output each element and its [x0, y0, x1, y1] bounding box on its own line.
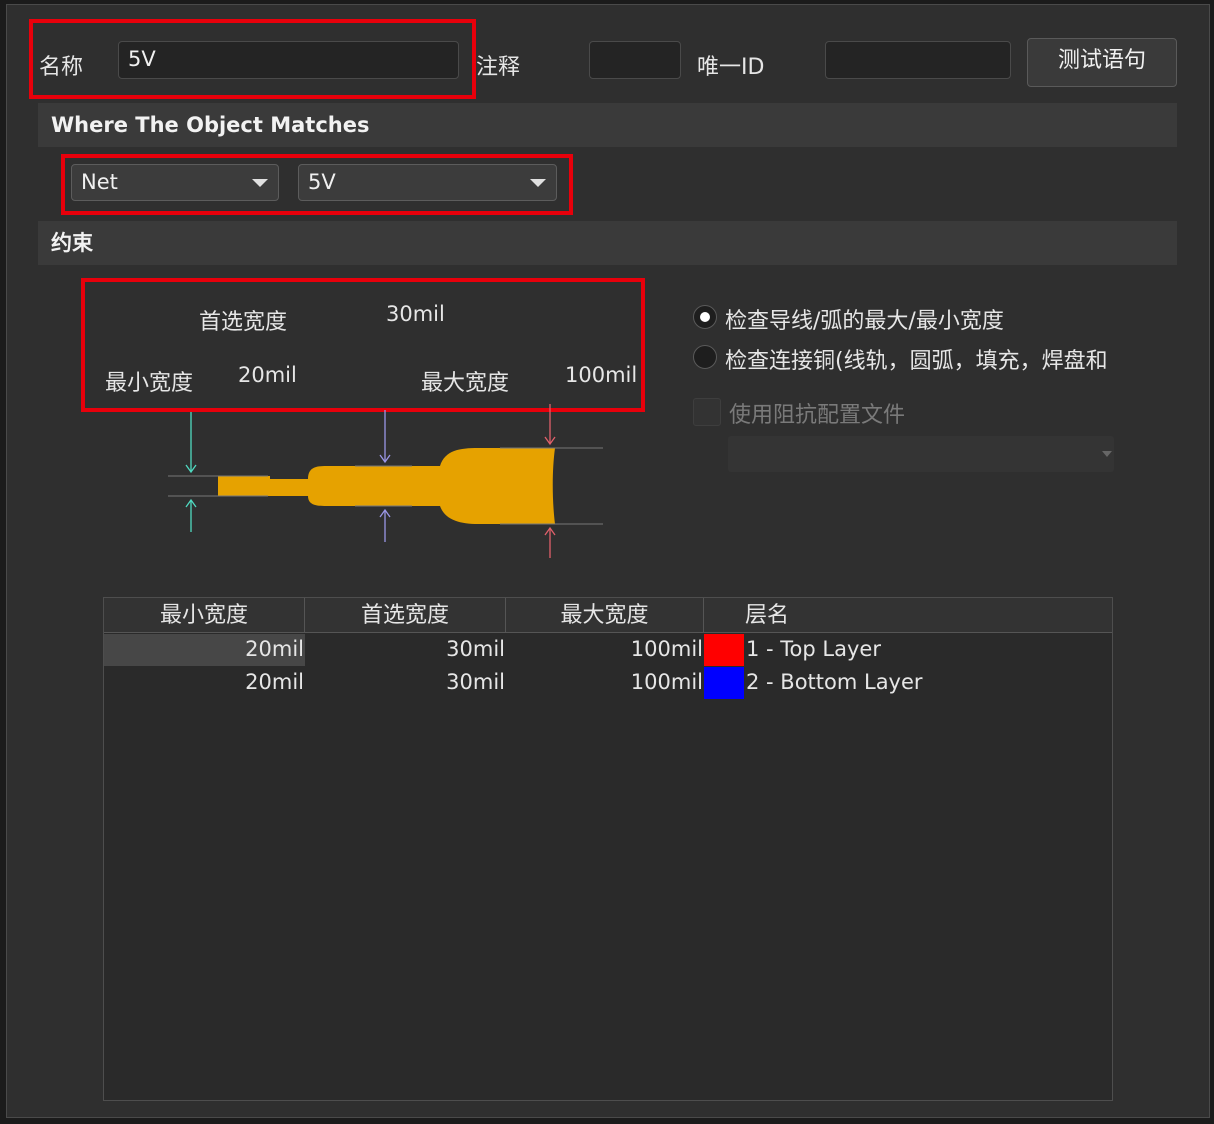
radio-check-copper-clip: 检查连接铜(线轨，圆弧，填充，焊盘和 — [725, 343, 1115, 375]
table-row[interactable]: 20mil 30mil 100mil 2 - Bottom Layer — [104, 667, 1112, 699]
row-layer-name[interactable]: 2 - Bottom Layer — [746, 670, 923, 694]
comment-label: 注释 — [476, 55, 521, 80]
column-header-preferred[interactable]: 首选宽度 — [305, 598, 506, 632]
impedance-checkbox[interactable] — [693, 398, 721, 426]
max-width-value[interactable]: 100mil — [565, 363, 637, 387]
radio-check-track-width-label[interactable]: 检查导线/弧的最大/最小宽度 — [725, 303, 1004, 335]
layer-color-swatch — [704, 667, 744, 699]
net-value: 5V — [308, 170, 336, 194]
max-width-label: 最大宽度 — [421, 371, 510, 396]
row-min-width[interactable]: 20mil — [245, 670, 304, 694]
trace-width-diagram — [168, 404, 603, 558]
match-section-header: Where The Object Matches — [38, 103, 1177, 147]
min-width-arrows — [168, 412, 268, 532]
min-width-value[interactable]: 20mil — [238, 363, 297, 387]
test-query-button[interactable]: 测试语句 — [1027, 38, 1177, 87]
radio-check-copper-width-label[interactable]: 检查连接铜(线轨，圆弧，填充，焊盘和 — [725, 343, 1115, 375]
table-header-divider — [104, 632, 1112, 633]
column-header-max[interactable]: 最大宽度 — [506, 598, 704, 632]
name-input[interactable]: 5V — [118, 41, 459, 79]
net-dropdown[interactable]: 5V — [298, 164, 557, 201]
comment-input[interactable] — [589, 41, 681, 79]
row-min-width[interactable]: 20mil — [245, 637, 304, 661]
column-header-layer-text: 层名 — [745, 603, 790, 628]
min-width-label: 最小宽度 — [105, 371, 194, 396]
row-max-width[interactable]: 100mil — [631, 670, 703, 694]
radio-check-copper-width[interactable] — [693, 345, 717, 369]
layer-color-swatch — [704, 634, 744, 666]
uid-label: 唯一ID — [697, 55, 765, 80]
row-preferred-width[interactable]: 30mil — [446, 637, 505, 661]
column-header-min[interactable]: 最小宽度 — [104, 598, 305, 632]
constraints-section-header: 约束 — [38, 221, 1177, 265]
chevron-down-icon — [252, 179, 268, 187]
impedance-profile-dropdown[interactable] — [728, 436, 1114, 472]
object-type-value: Net — [81, 170, 118, 194]
row-max-width[interactable]: 100mil — [631, 637, 703, 661]
impedance-checkbox-label: 使用阻抗配置文件 — [729, 403, 906, 428]
name-label: 名称 — [39, 55, 84, 80]
radio-check-track-width[interactable] — [693, 305, 717, 329]
layer-width-table: 最小宽度 首选宽度 最大宽度 层名 20mil 30mil 100mil 1 -… — [103, 597, 1113, 1101]
table-row[interactable]: 20mil 30mil 100mil 1 - Top Layer — [104, 634, 1112, 666]
preferred-width-value[interactable]: 30mil — [386, 302, 445, 326]
row-preferred-width[interactable]: 30mil — [446, 670, 505, 694]
object-type-dropdown[interactable]: Net — [71, 164, 279, 201]
chevron-down-icon — [530, 179, 546, 187]
preferred-width-label: 首选宽度 — [199, 310, 288, 335]
row-layer-name[interactable]: 1 - Top Layer — [746, 637, 881, 661]
chevron-down-icon — [1102, 451, 1112, 457]
uid-input[interactable] — [825, 41, 1011, 79]
column-header-layer[interactable]: 层名 — [704, 598, 1112, 632]
